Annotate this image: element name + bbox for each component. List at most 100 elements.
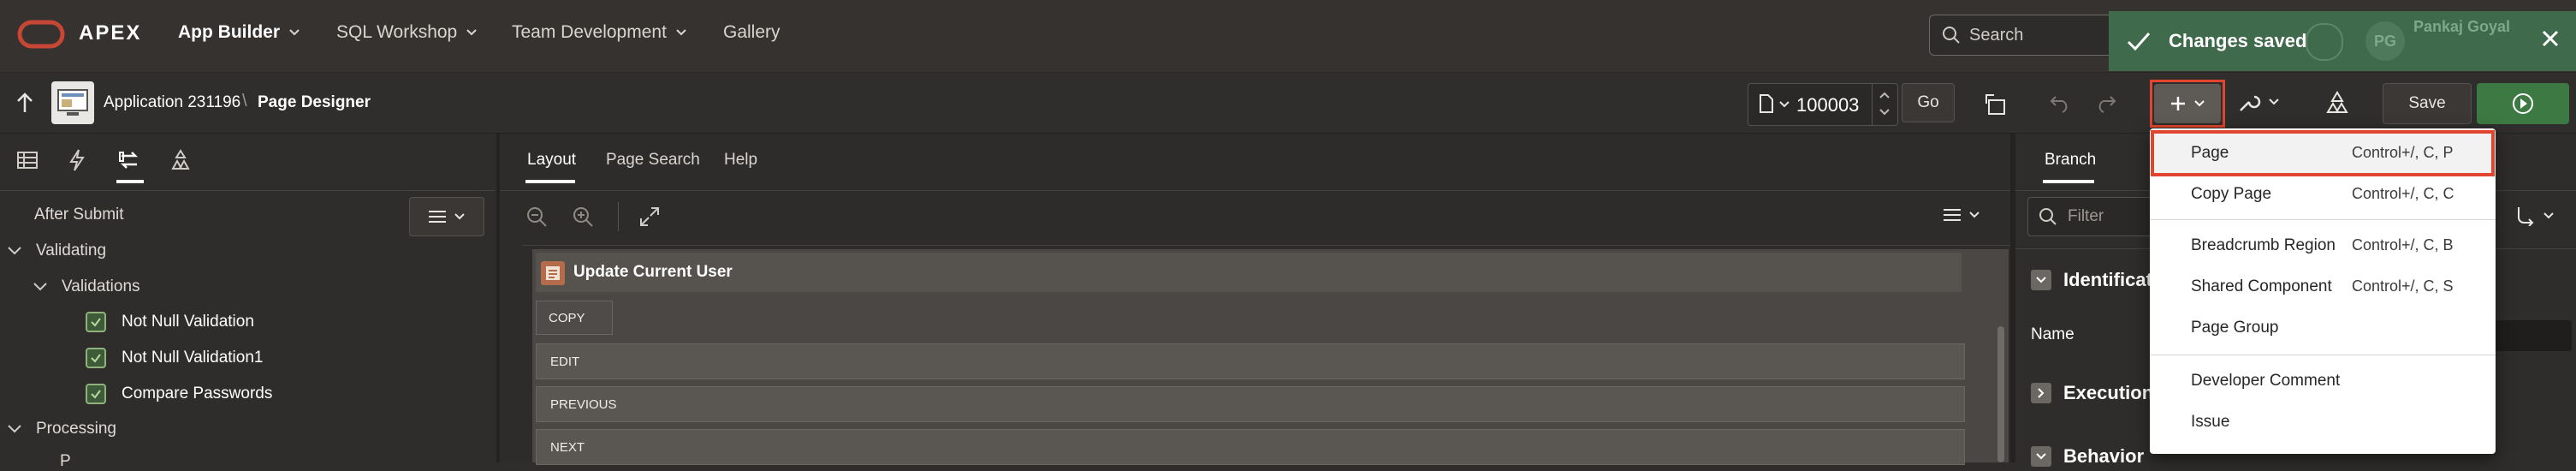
oracle-logo-icon[interactable]	[17, 19, 65, 50]
dynamic-actions-tab-icon[interactable]	[68, 149, 86, 171]
close-icon[interactable]	[2540, 28, 2561, 49]
tree-node-validation-3[interactable]: Compare Passwords	[86, 384, 272, 404]
tree-node-validating[interactable]: Validating	[7, 241, 106, 260]
help-icon[interactable]	[2306, 23, 2343, 61]
chevron-down-icon[interactable]	[7, 424, 22, 434]
canvas-scrollbar[interactable]	[1997, 326, 2004, 462]
create-button[interactable]	[2154, 84, 2221, 123]
tab-layout[interactable]: Layout	[527, 151, 576, 170]
divider	[500, 190, 2010, 191]
go-to-group-icon	[2515, 206, 2537, 226]
go-button[interactable]: Go	[1902, 83, 1955, 122]
tab-branch[interactable]: Branch	[2045, 151, 2096, 170]
apex-brand[interactable]: APEX	[79, 21, 141, 45]
section-title: Execution	[2063, 382, 2154, 403]
expand-icon[interactable]	[638, 206, 661, 228]
document-icon	[1759, 94, 1774, 113]
region-update-current-user[interactable]: Update Current User	[536, 253, 1962, 292]
wrench-icon	[2237, 90, 2261, 114]
button-edit[interactable]: EDIT	[536, 343, 1965, 379]
active-tab-indicator	[525, 180, 575, 183]
section-title: Behavior	[2063, 445, 2145, 467]
global-search[interactable]: Search	[1929, 15, 2126, 56]
top-navigation-bar: APEX App Builder SQL Workshop Team Devel…	[0, 0, 2576, 73]
name-field[interactable]	[2495, 320, 2572, 351]
chevron-down-icon	[2193, 99, 2205, 108]
nav-gallery-label: Gallery	[723, 22, 781, 42]
nav-gallery[interactable]: Gallery	[723, 22, 781, 43]
tab-page-search[interactable]: Page Search	[606, 151, 700, 170]
tree-label: Validations	[62, 277, 140, 295]
button-copy[interactable]: COPY	[536, 301, 613, 335]
chevron-down-icon	[2031, 446, 2051, 467]
stepper-up-icon[interactable]	[1879, 91, 1890, 99]
user-name[interactable]: Pankaj Goyal	[2413, 18, 2510, 36]
button-previous[interactable]: PREVIOUS	[536, 386, 1965, 422]
rendering-tab-icon[interactable]	[17, 151, 38, 170]
chevron-down-icon[interactable]	[33, 282, 48, 292]
validation-icon	[86, 348, 106, 368]
page-number-input[interactable]: 100003	[1796, 94, 1859, 116]
save-button[interactable]: Save	[2383, 83, 2472, 124]
toast-message: Changes saved	[2169, 30, 2307, 51]
nav-team-development[interactable]: Team Development	[512, 22, 687, 43]
section-execution[interactable]: Execution	[2031, 382, 2153, 404]
tree-node-validation-1[interactable]: Not Null Validation	[86, 312, 254, 332]
go-to-group-button[interactable]	[2515, 206, 2555, 226]
button-next[interactable]: NEXT	[536, 429, 1965, 465]
chevron-down-icon	[675, 28, 687, 37]
processing-tab-icon[interactable]	[118, 149, 140, 171]
active-tab-indicator	[116, 180, 144, 183]
tree-node-validation-2[interactable]: Not Null Validation1	[86, 348, 263, 368]
menu-item-label: Copy Page	[2191, 185, 2272, 203]
redo-icon[interactable]	[2095, 92, 2117, 114]
search-icon	[1942, 26, 1961, 45]
nav-app-builder[interactable]: App Builder	[178, 22, 300, 43]
shared-components-icon[interactable]	[2324, 90, 2350, 116]
menu-item-label: Shared Component	[2191, 277, 2332, 295]
application-icon[interactable]	[51, 81, 94, 124]
tree-view-options-button[interactable]	[409, 197, 484, 236]
utilities-menu-button[interactable]	[2237, 90, 2280, 114]
stepper-down-icon[interactable]	[1879, 108, 1890, 116]
list-icon	[1943, 207, 1962, 223]
zoom-out-icon[interactable]	[525, 206, 548, 228]
chevron-down-icon	[1779, 101, 1790, 108]
undo-icon[interactable]	[2049, 92, 2071, 114]
section-behavior[interactable]: Behavior	[2031, 445, 2144, 468]
rendering-tree-pane: After Submit Validating Validations Not …	[0, 134, 497, 470]
tree-label: Not Null Validation	[122, 313, 254, 331]
nav-sql-workshop[interactable]: SQL Workshop	[336, 22, 478, 43]
breadcrumb-separator: \	[242, 92, 247, 110]
page-selector[interactable]: 100003	[1748, 83, 1898, 126]
user-avatar[interactable]: PG	[2365, 21, 2405, 61]
menu-item-label: Developer Comment	[2191, 372, 2341, 390]
tree-label: P	[60, 452, 71, 470]
tree-node-processing[interactable]: Processing	[7, 420, 116, 438]
lock-page-icon[interactable]	[1984, 92, 2008, 116]
arrow-up-icon[interactable]	[15, 92, 34, 114]
nav-app-builder-label: App Builder	[178, 22, 280, 42]
search-placeholder: Search	[1969, 25, 2024, 45]
chevron-down-icon	[288, 28, 300, 37]
list-icon	[428, 209, 447, 224]
shared-components-tab-icon[interactable]	[169, 149, 192, 171]
tree-node-processes[interactable]: P	[60, 452, 71, 471]
tab-help[interactable]: Help	[724, 151, 757, 170]
menu-item-shortcut: Control+/, C, P	[2352, 144, 2454, 161]
chevron-down-icon[interactable]	[7, 246, 22, 256]
breadcrumb-page-designer: Page Designer	[258, 93, 371, 111]
run-page-button[interactable]	[2477, 83, 2569, 124]
tree-label: Not Null Validation1	[122, 349, 264, 367]
divider	[522, 245, 2010, 246]
tree-node-after-submit[interactable]: After Submit	[34, 206, 124, 224]
nav-sql-workshop-label: SQL Workshop	[336, 22, 458, 42]
layout-options-button[interactable]	[1943, 207, 1980, 223]
zoom-in-icon[interactable]	[572, 206, 594, 228]
menu-item-label: Breadcrumb Region	[2191, 236, 2336, 254]
tree-label: Validating	[36, 241, 107, 259]
breadcrumb-application[interactable]: Application 231196	[104, 93, 240, 112]
create-dropdown-menu: Page Control+/, C, P Copy Page Control+/…	[2150, 128, 2496, 454]
name-label: Name	[2031, 325, 2074, 343]
tree-node-validations[interactable]: Validations	[33, 277, 140, 296]
